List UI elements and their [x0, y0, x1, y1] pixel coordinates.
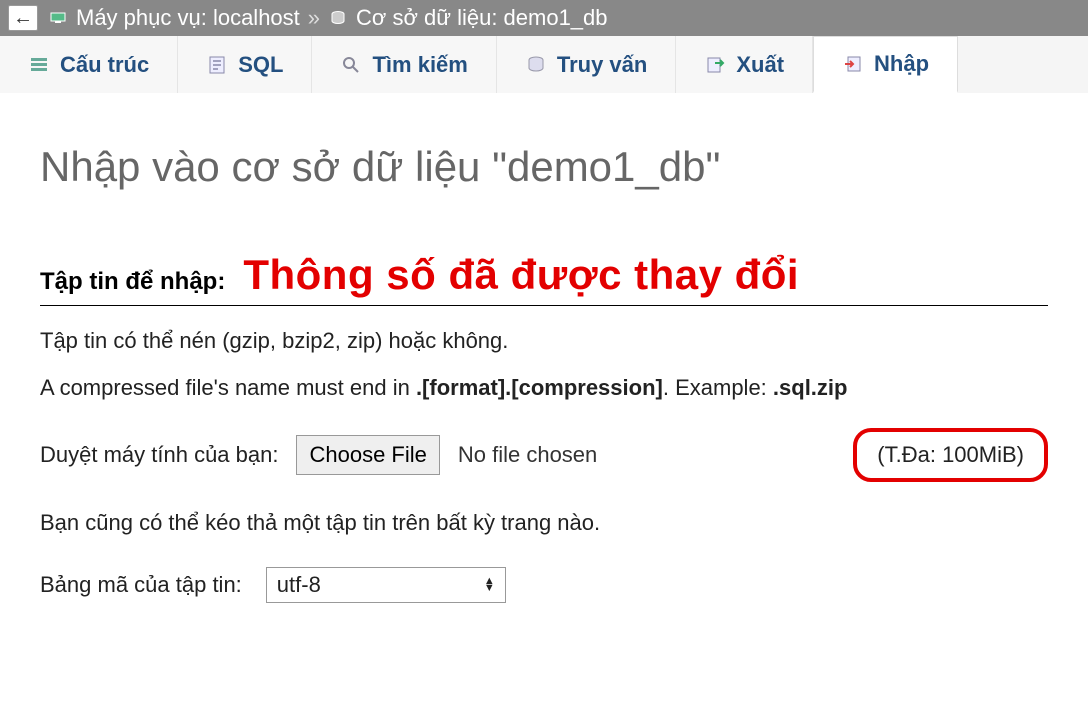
charset-row: Bảng mã của tập tin: utf-8 ▲▼	[40, 567, 1048, 603]
compression-hint-2: A compressed file's name must end in .[f…	[40, 371, 1048, 404]
back-button[interactable]: ←	[8, 5, 38, 31]
server-icon	[48, 8, 68, 28]
charset-label: Bảng mã của tập tin:	[40, 572, 242, 598]
hint-example: .sql.zip	[773, 375, 848, 400]
tab-label: Tìm kiếm	[372, 52, 467, 78]
query-icon	[525, 54, 547, 76]
import-icon	[842, 53, 864, 75]
tab-label: Truy vấn	[557, 52, 647, 78]
breadcrumb-server[interactable]: Máy phục vụ: localhost	[76, 5, 300, 31]
chevron-up-down-icon: ▲▼	[484, 578, 495, 592]
search-icon	[340, 54, 362, 76]
file-browse-row: Duyệt máy tính của bạn: Choose File No f…	[40, 428, 1048, 482]
export-icon	[704, 54, 726, 76]
main-content: Nhập vào cơ sở dữ liệu "demo1_db" Tập ti…	[0, 93, 1088, 643]
database-icon	[328, 8, 348, 28]
drag-drop-hint: Bạn cũng có thể kéo thả một tập tin trên…	[40, 506, 1048, 539]
breadcrumb: Máy phục vụ: localhost » Cơ sở dữ liệu: …	[48, 5, 608, 31]
hint-text: . Example:	[663, 375, 773, 400]
tab-structure[interactable]: Cấu trúc	[0, 36, 178, 93]
charset-select[interactable]: utf-8 ▲▼	[266, 567, 506, 603]
tab-label: Nhập	[874, 51, 929, 77]
tab-query[interactable]: Truy vấn	[497, 36, 676, 93]
breadcrumb-bar: ← Máy phục vụ: localhost » Cơ sở dữ liệu…	[0, 0, 1088, 36]
compression-hint-1: Tập tin có thể nén (gzip, bzip2, zip) ho…	[40, 324, 1048, 357]
tab-label: SQL	[238, 52, 283, 78]
hint-text: A compressed file's name must end in	[40, 375, 416, 400]
overlay-annotation: Thông số đã được thay đổi	[243, 251, 799, 299]
breadcrumb-database[interactable]: Cơ sở dữ liệu: demo1_db	[356, 5, 608, 31]
tab-sql[interactable]: SQL	[178, 36, 312, 93]
sql-icon	[206, 54, 228, 76]
max-size-badge: (T.Đa: 100MiB)	[853, 428, 1048, 482]
charset-value: utf-8	[277, 572, 321, 598]
no-file-chosen: No file chosen	[458, 442, 597, 468]
file-section-header: Tập tin để nhập: Thông số đã được thay đ…	[40, 251, 1048, 306]
tab-export[interactable]: Xuất	[676, 36, 813, 93]
page-title: Nhập vào cơ sở dữ liệu "demo1_db"	[40, 143, 1048, 191]
tab-import[interactable]: Nhập	[813, 36, 958, 93]
tab-label: Xuất	[736, 52, 784, 78]
tab-label: Cấu trúc	[60, 52, 149, 78]
tab-search[interactable]: Tìm kiếm	[312, 36, 496, 93]
tab-bar: Cấu trúc SQL Tìm kiếm Truy vấn Xuất Nhập	[0, 36, 1088, 93]
choose-file-button[interactable]: Choose File	[296, 435, 439, 475]
breadcrumb-separator: »	[308, 5, 320, 31]
hint-format: .[format].[compression]	[416, 375, 663, 400]
browse-label: Duyệt máy tính của bạn:	[40, 442, 278, 468]
structure-icon	[28, 54, 50, 76]
file-section-label: Tập tin để nhập:	[40, 268, 225, 296]
